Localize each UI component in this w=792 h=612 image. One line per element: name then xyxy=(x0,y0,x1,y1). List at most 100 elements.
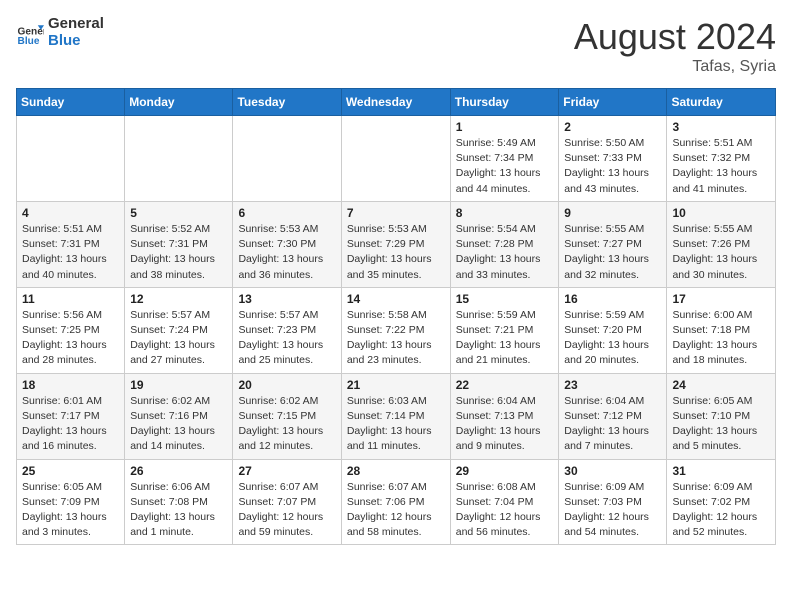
day-number: 2 xyxy=(564,120,661,134)
calendar-cell: 12 Sunrise: 5:57 AMSunset: 7:24 PMDayligh… xyxy=(125,287,233,373)
day-info: Sunrise: 6:04 AMSunset: 7:12 PMDaylight:… xyxy=(564,394,661,455)
day-number: 10 xyxy=(672,206,770,220)
day-number: 8 xyxy=(456,206,554,220)
day-number: 1 xyxy=(456,120,554,134)
calendar-cell: 22 Sunrise: 6:04 AMSunset: 7:13 PMDayligh… xyxy=(450,373,559,459)
calendar-cell xyxy=(341,116,450,202)
day-info: Sunrise: 5:50 AMSunset: 7:33 PMDaylight:… xyxy=(564,136,661,197)
day-number: 24 xyxy=(672,378,770,392)
calendar-cell: 8 Sunrise: 5:54 AMSunset: 7:28 PMDaylight… xyxy=(450,201,559,287)
day-number: 6 xyxy=(238,206,335,220)
week-row-5: 25 Sunrise: 6:05 AMSunset: 7:09 PMDayligh… xyxy=(17,459,776,545)
calendar-table: SundayMondayTuesdayWednesdayThursdayFrid… xyxy=(16,88,776,545)
calendar-cell: 13 Sunrise: 5:57 AMSunset: 7:23 PMDayligh… xyxy=(233,287,341,373)
calendar-cell: 31Sunrise: 6:09 AMSunset: 7:02 PMDayligh… xyxy=(667,459,776,545)
calendar-cell: 16 Sunrise: 5:59 AMSunset: 7:20 PMDayligh… xyxy=(559,287,667,373)
day-info: Sunrise: 6:06 AMSunset: 7:08 PMDaylight:… xyxy=(130,480,227,541)
calendar-cell: 14 Sunrise: 5:58 AMSunset: 7:22 PMDayligh… xyxy=(341,287,450,373)
calendar-cell: 2 Sunrise: 5:50 AMSunset: 7:33 PMDaylight… xyxy=(559,116,667,202)
day-number: 5 xyxy=(130,206,227,220)
calendar-cell: 26Sunrise: 6:06 AMSunset: 7:08 PMDayligh… xyxy=(125,459,233,545)
calendar-cell: 19 Sunrise: 6:02 AMSunset: 7:16 PMDayligh… xyxy=(125,373,233,459)
day-info: Sunrise: 5:51 AMSunset: 7:31 PMDaylight:… xyxy=(22,222,119,283)
calendar-cell: 7 Sunrise: 5:53 AMSunset: 7:29 PMDaylight… xyxy=(341,201,450,287)
day-number: 16 xyxy=(564,292,661,306)
day-number: 25 xyxy=(22,464,119,478)
day-number: 21 xyxy=(347,378,445,392)
day-info: Sunrise: 6:05 AMSunset: 7:10 PMDaylight:… xyxy=(672,394,770,455)
day-info: Sunrise: 6:02 AMSunset: 7:16 PMDaylight:… xyxy=(130,394,227,455)
day-number: 30 xyxy=(564,464,661,478)
weekday-header-row: SundayMondayTuesdayWednesdayThursdayFrid… xyxy=(17,89,776,116)
day-number: 13 xyxy=(238,292,335,306)
day-number: 17 xyxy=(672,292,770,306)
day-info: Sunrise: 5:52 AMSunset: 7:31 PMDaylight:… xyxy=(130,222,227,283)
day-info: Sunrise: 5:51 AMSunset: 7:32 PMDaylight:… xyxy=(672,136,770,197)
day-number: 18 xyxy=(22,378,119,392)
calendar-cell: 25 Sunrise: 6:05 AMSunset: 7:09 PMDayligh… xyxy=(17,459,125,545)
calendar-cell: 11Sunrise: 5:56 AMSunset: 7:25 PMDayligh… xyxy=(17,287,125,373)
day-info: Sunrise: 5:59 AMSunset: 7:20 PMDaylight:… xyxy=(564,308,661,369)
day-number: 15 xyxy=(456,292,554,306)
week-row-2: 4 Sunrise: 5:51 AMSunset: 7:31 PMDaylight… xyxy=(17,201,776,287)
calendar-cell: 3 Sunrise: 5:51 AMSunset: 7:32 PMDaylight… xyxy=(667,116,776,202)
day-info: Sunrise: 6:02 AMSunset: 7:15 PMDaylight:… xyxy=(238,394,335,455)
day-number: 14 xyxy=(347,292,445,306)
day-info: Sunrise: 5:57 AMSunset: 7:23 PMDaylight:… xyxy=(238,308,335,369)
logo-line2: Blue xyxy=(48,33,104,50)
day-number: 7 xyxy=(347,206,445,220)
day-info: Sunrise: 5:58 AMSunset: 7:22 PMDaylight:… xyxy=(347,308,445,369)
location-title: Tafas, Syria xyxy=(574,58,776,76)
weekday-header-sunday: Sunday xyxy=(17,89,125,116)
page-header: General Blue General Blue August 2024 Ta… xyxy=(16,16,776,76)
week-row-3: 11Sunrise: 5:56 AMSunset: 7:25 PMDayligh… xyxy=(17,287,776,373)
logo: General Blue General Blue xyxy=(16,16,104,49)
day-number: 27 xyxy=(238,464,335,478)
day-info: Sunrise: 5:59 AMSunset: 7:21 PMDaylight:… xyxy=(456,308,554,369)
day-info: Sunrise: 6:09 AMSunset: 7:02 PMDaylight:… xyxy=(672,480,770,541)
calendar-cell: 10Sunrise: 5:55 AMSunset: 7:26 PMDayligh… xyxy=(667,201,776,287)
day-info: Sunrise: 6:09 AMSunset: 7:03 PMDaylight:… xyxy=(564,480,661,541)
calendar-cell: 20 Sunrise: 6:02 AMSunset: 7:15 PMDayligh… xyxy=(233,373,341,459)
calendar-cell: 24 Sunrise: 6:05 AMSunset: 7:10 PMDayligh… xyxy=(667,373,776,459)
calendar-cell xyxy=(17,116,125,202)
weekday-header-tuesday: Tuesday xyxy=(233,89,341,116)
calendar-cell: 23Sunrise: 6:04 AMSunset: 7:12 PMDayligh… xyxy=(559,373,667,459)
day-number: 22 xyxy=(456,378,554,392)
month-title: August 2024 xyxy=(574,16,776,58)
day-info: Sunrise: 6:00 AMSunset: 7:18 PMDaylight:… xyxy=(672,308,770,369)
weekday-header-thursday: Thursday xyxy=(450,89,559,116)
calendar-cell: 15 Sunrise: 5:59 AMSunset: 7:21 PMDayligh… xyxy=(450,287,559,373)
day-info: Sunrise: 6:01 AMSunset: 7:17 PMDaylight:… xyxy=(22,394,119,455)
logo-icon: General Blue xyxy=(16,19,44,47)
day-number: 9 xyxy=(564,206,661,220)
calendar-cell: 29 Sunrise: 6:08 AMSunset: 7:04 PMDayligh… xyxy=(450,459,559,545)
calendar-cell: 21 Sunrise: 6:03 AMSunset: 7:14 PMDayligh… xyxy=(341,373,450,459)
day-number: 19 xyxy=(130,378,227,392)
day-info: Sunrise: 5:57 AMSunset: 7:24 PMDaylight:… xyxy=(130,308,227,369)
day-info: Sunrise: 6:08 AMSunset: 7:04 PMDaylight:… xyxy=(456,480,554,541)
day-number: 12 xyxy=(130,292,227,306)
day-number: 20 xyxy=(238,378,335,392)
title-block: August 2024 Tafas, Syria xyxy=(574,16,776,76)
calendar-cell: 30 Sunrise: 6:09 AMSunset: 7:03 PMDayligh… xyxy=(559,459,667,545)
day-info: Sunrise: 6:03 AMSunset: 7:14 PMDaylight:… xyxy=(347,394,445,455)
day-info: Sunrise: 5:53 AMSunset: 7:29 PMDaylight:… xyxy=(347,222,445,283)
day-info: Sunrise: 6:07 AMSunset: 7:07 PMDaylight:… xyxy=(238,480,335,541)
week-row-4: 18 Sunrise: 6:01 AMSunset: 7:17 PMDayligh… xyxy=(17,373,776,459)
svg-text:Blue: Blue xyxy=(18,35,40,46)
day-info: Sunrise: 6:05 AMSunset: 7:09 PMDaylight:… xyxy=(22,480,119,541)
day-number: 11 xyxy=(22,292,119,306)
day-number: 4 xyxy=(22,206,119,220)
day-info: Sunrise: 5:54 AMSunset: 7:28 PMDaylight:… xyxy=(456,222,554,283)
weekday-header-friday: Friday xyxy=(559,89,667,116)
calendar-cell: 9 Sunrise: 5:55 AMSunset: 7:27 PMDaylight… xyxy=(559,201,667,287)
day-info: Sunrise: 6:04 AMSunset: 7:13 PMDaylight:… xyxy=(456,394,554,455)
calendar-cell: 6 Sunrise: 5:53 AMSunset: 7:30 PMDaylight… xyxy=(233,201,341,287)
day-number: 3 xyxy=(672,120,770,134)
day-number: 29 xyxy=(456,464,554,478)
day-info: Sunrise: 5:55 AMSunset: 7:27 PMDaylight:… xyxy=(564,222,661,283)
calendar-cell: 5 Sunrise: 5:52 AMSunset: 7:31 PMDaylight… xyxy=(125,201,233,287)
day-info: Sunrise: 5:53 AMSunset: 7:30 PMDaylight:… xyxy=(238,222,335,283)
calendar-cell: 28Sunrise: 6:07 AMSunset: 7:06 PMDayligh… xyxy=(341,459,450,545)
